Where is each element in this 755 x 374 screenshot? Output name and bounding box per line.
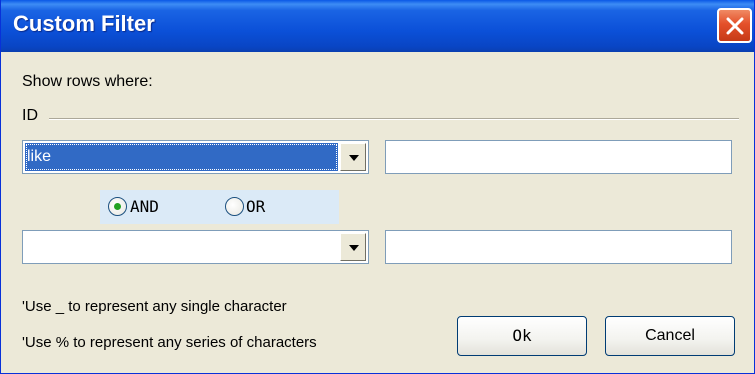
hint-single-char: 'Use _ to represent any single character bbox=[22, 298, 287, 315]
and-radio[interactable] bbox=[108, 197, 127, 216]
dialog-title: Custom Filter bbox=[13, 11, 155, 36]
title-bar[interactable]: Custom Filter bbox=[1, 0, 754, 52]
close-button[interactable] bbox=[717, 8, 752, 43]
close-icon bbox=[726, 17, 744, 35]
value-input-2[interactable] bbox=[385, 230, 732, 264]
custom-filter-dialog: Custom Filter Show rows where: ID like A… bbox=[0, 0, 755, 374]
operator-select-1-dropdown-button[interactable] bbox=[340, 143, 366, 171]
and-radio-selected-dot bbox=[114, 203, 121, 210]
operator-select-2[interactable] bbox=[22, 230, 369, 264]
logic-radio-group: AND OR bbox=[100, 190, 339, 224]
and-radio-label[interactable]: AND bbox=[130, 197, 159, 216]
or-radio-label[interactable]: OR bbox=[246, 197, 265, 216]
chevron-down-icon bbox=[349, 245, 359, 251]
operator-select-2-dropdown-button[interactable] bbox=[340, 233, 366, 261]
value-input-1[interactable] bbox=[385, 140, 732, 174]
chevron-down-icon bbox=[349, 155, 359, 161]
intro-label: Show rows where: bbox=[22, 73, 153, 90]
operator-select-2-value bbox=[25, 233, 338, 261]
ok-button[interactable]: Ok bbox=[457, 316, 587, 356]
hint-series-chars: 'Use % to represent any series of charac… bbox=[22, 334, 317, 351]
field-name-label: ID bbox=[22, 107, 38, 124]
cancel-button[interactable]: Cancel bbox=[605, 316, 735, 356]
group-divider bbox=[49, 118, 739, 120]
or-radio[interactable] bbox=[225, 197, 244, 216]
operator-select-1-value: like bbox=[25, 143, 338, 171]
operator-select-1[interactable]: like bbox=[22, 140, 369, 174]
